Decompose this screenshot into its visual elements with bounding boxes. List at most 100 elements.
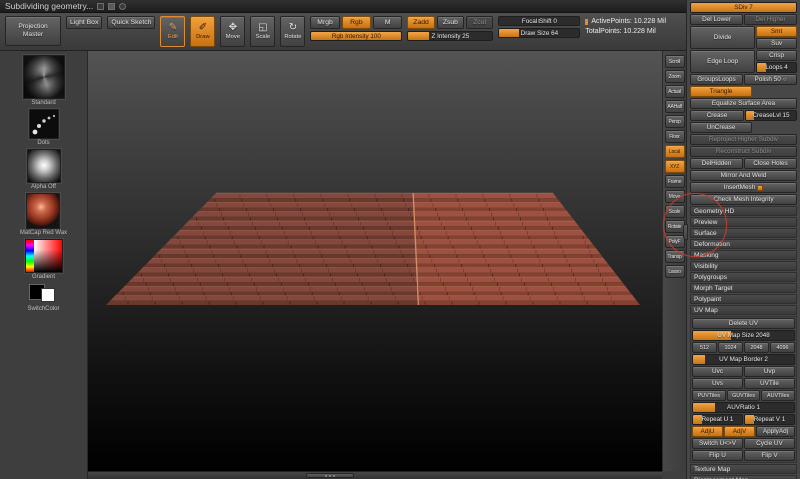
draw-size-slider[interactable]: Draw Size 64 xyxy=(498,28,580,38)
edge-loop-button[interactable]: Edge Loop xyxy=(690,50,755,73)
subpalette-header[interactable]: Polypaint xyxy=(690,294,797,304)
subpalette-header[interactable]: Morph Target xyxy=(690,283,797,293)
check-mesh-integrity-button[interactable]: Check Mesh Integrity xyxy=(690,194,797,205)
tray-toggle-handle[interactable] xyxy=(683,224,688,240)
m-toggle[interactable]: M xyxy=(373,16,402,29)
subpalette-header[interactable]: Preview xyxy=(690,217,797,227)
uv-map-size-slider[interactable]: UV Map Size 2048 xyxy=(692,330,795,341)
hue-strip[interactable] xyxy=(26,240,34,272)
sdiv-slider[interactable]: SDiv 7 xyxy=(690,2,797,13)
subpalette-header[interactable]: Masking xyxy=(690,250,797,260)
light-box-button[interactable]: Light Box xyxy=(66,16,102,29)
shelf-button[interactable]: Actual xyxy=(665,85,685,98)
smt-toggle[interactable]: Smt xyxy=(756,26,797,37)
uv-size-preset-button[interactable]: 1024 xyxy=(718,342,743,353)
uvs-button[interactable]: Uvs xyxy=(692,378,743,389)
close-holes-button[interactable]: Close Holes xyxy=(744,158,797,169)
auv-ratio-slider[interactable]: AUVRatio 1 xyxy=(692,402,795,413)
subpalette-header[interactable]: Surface xyxy=(690,228,797,238)
delete-uv-button[interactable]: Delete UV xyxy=(692,318,795,329)
uvtile-button[interactable]: UVTile xyxy=(744,378,795,389)
insert-mesh-button[interactable]: InsertMesh xyxy=(690,182,797,193)
texture-map-header[interactable]: Texture Map xyxy=(690,464,797,474)
displacement-map-header[interactable]: Displacement Map xyxy=(690,475,797,479)
rotate-mode-button[interactable]: ↻ Rotate xyxy=(280,16,305,47)
guvtiles-button[interactable]: GUVTiles xyxy=(727,390,761,401)
repeat-v-slider[interactable]: Repeat V 1 xyxy=(744,414,795,425)
quick-sketch-button[interactable]: Quick Sketch xyxy=(107,16,155,29)
crease-button[interactable]: Crease xyxy=(690,110,744,121)
zsub-toggle[interactable]: Zsub xyxy=(437,16,464,29)
adj-v-button[interactable]: AdjV xyxy=(724,426,755,437)
alpha-thumbnail[interactable] xyxy=(27,149,61,183)
shelf-button[interactable]: Zoom xyxy=(665,70,685,83)
shelf-button[interactable]: AAHalf xyxy=(665,100,685,113)
shelf-button[interactable]: Scale xyxy=(665,205,685,218)
puvtiles-button[interactable]: PUVTiles xyxy=(692,390,726,401)
shelf-button[interactable]: Transp xyxy=(665,250,685,263)
shelf-button[interactable]: PolyF xyxy=(665,235,685,248)
mirror-and-weld-button[interactable]: Mirror And Weld xyxy=(690,170,797,181)
del-hidden-button[interactable]: DelHidden xyxy=(690,158,743,169)
switch-uv-button[interactable]: Switch U<>V xyxy=(692,438,743,449)
flip-v-button[interactable]: Flip V xyxy=(744,450,795,461)
zadd-toggle[interactable]: Zadd xyxy=(407,16,434,29)
divide-button[interactable]: Divide xyxy=(690,26,755,49)
equalize-surface-area-button[interactable]: Equalize Surface Area xyxy=(690,98,797,109)
titlebar-icon-2[interactable] xyxy=(108,3,115,10)
secondary-color-swatch[interactable] xyxy=(41,288,55,302)
subpalette-header[interactable]: Visibility xyxy=(690,261,797,271)
viewport-canvas[interactable] xyxy=(88,51,662,471)
rgb-toggle[interactable]: Rgb xyxy=(342,16,371,29)
polish-mode-circle-icon[interactable]: ○ xyxy=(783,77,787,83)
shelf-button[interactable]: XYZ xyxy=(665,160,685,173)
insert-mesh-picker-icon[interactable] xyxy=(757,185,763,191)
edit-mode-button[interactable]: ✎ Edit xyxy=(160,16,185,47)
scale-mode-button[interactable]: ◱ Scale xyxy=(250,16,275,47)
titlebar-icon-3[interactable] xyxy=(119,3,126,10)
mrgb-toggle[interactable]: Mrgb xyxy=(310,16,339,29)
stroke-thumbnail[interactable] xyxy=(29,109,59,139)
horizontal-scrollbar[interactable] xyxy=(88,471,662,479)
cycle-uv-button[interactable]: Cycle UV xyxy=(744,438,795,449)
z-intensity-slider[interactable]: Z Intensity 25 xyxy=(407,31,493,41)
focal-shift-slider[interactable]: Focal Shift 0 xyxy=(498,16,580,26)
uncrease-button[interactable]: UnCrease xyxy=(690,122,752,133)
uv-map-header[interactable]: UV Map xyxy=(690,305,797,315)
uv-size-preset-button[interactable]: 2048 xyxy=(744,342,769,353)
uvc-button[interactable]: Uvc xyxy=(692,366,743,377)
shelf-button[interactable]: Local xyxy=(665,145,685,158)
projection-master-button[interactable]: Projection Master xyxy=(5,16,61,46)
shelf-button[interactable]: Rotate xyxy=(665,220,685,233)
crease-level-slider[interactable]: CreaseLvl 15 xyxy=(745,110,797,121)
uv-map-border-slider[interactable]: UV Map Border 2 xyxy=(692,354,795,365)
rgb-intensity-slider[interactable]: Rgb Intensity 100 xyxy=(310,31,402,41)
flip-u-button[interactable]: Flip U xyxy=(692,450,743,461)
switch-color[interactable] xyxy=(27,283,61,305)
shelf-button[interactable]: Scroll xyxy=(665,55,685,68)
current-brush-thumbnail[interactable] xyxy=(23,55,65,99)
saturation-field[interactable] xyxy=(34,240,62,272)
reconstruct-subdiv-button[interactable]: Reconstruct Subdiv xyxy=(690,146,797,157)
shelf-button[interactable]: Floor xyxy=(665,130,685,143)
uvp-button[interactable]: Uvp xyxy=(744,366,795,377)
shelf-button[interactable]: Frame xyxy=(665,175,685,188)
uv-size-preset-button[interactable]: 512 xyxy=(692,342,717,353)
del-higher-button[interactable]: Del Higher xyxy=(744,14,797,25)
shelf-button[interactable]: Persp xyxy=(665,115,685,128)
zcut-toggle[interactable]: Zcut xyxy=(466,16,493,29)
shelf-button[interactable]: Lasso xyxy=(665,265,685,278)
titlebar-icon-1[interactable] xyxy=(97,3,104,10)
subpalette-header[interactable]: Polygroups xyxy=(690,272,797,282)
scrollbar-handle[interactable] xyxy=(306,473,354,478)
del-lower-button[interactable]: Del Lower xyxy=(690,14,743,25)
subpalette-header[interactable]: Geometry HD xyxy=(690,206,797,216)
move-mode-button[interactable]: ✥ Move xyxy=(220,16,245,47)
triangle-button[interactable]: Triangle xyxy=(690,86,752,97)
repeat-u-slider[interactable]: Repeat U 1 xyxy=(692,414,743,425)
suv-toggle[interactable]: Suv xyxy=(756,38,797,49)
polish-slider[interactable]: Polish 50 ○ xyxy=(744,74,797,85)
material-thumbnail[interactable] xyxy=(26,193,60,229)
uv-size-preset-button[interactable]: 4096 xyxy=(770,342,795,353)
loops-slider[interactable]: Loops 4 xyxy=(756,62,797,73)
